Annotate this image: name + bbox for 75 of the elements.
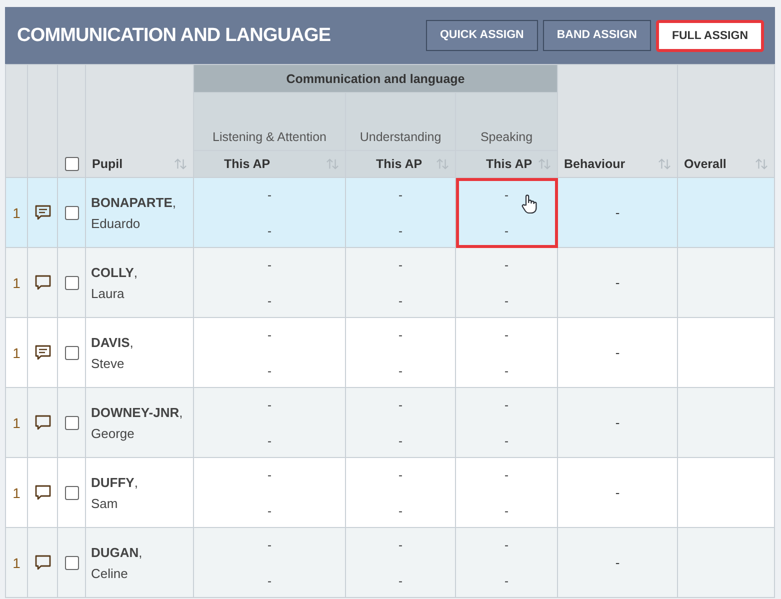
assign-button[interactable]: FULL ASSIGN <box>656 20 764 52</box>
bottom-value: - <box>398 434 402 448</box>
top-value: - <box>398 328 402 342</box>
bottom-value: - <box>504 224 508 238</box>
assign-button[interactable]: BAND ASSIGN <box>542 20 651 50</box>
row-checkbox[interactable] <box>64 276 78 290</box>
subject-heading: Speaking <box>480 130 533 144</box>
comment-icon[interactable] <box>34 554 52 572</box>
row-checkbox[interactable] <box>64 486 78 500</box>
behaviour-value: - <box>615 275 620 290</box>
behaviour-value: - <box>615 555 620 570</box>
subject-heading: Listening & Attention <box>212 130 326 144</box>
behaviour-value: - <box>615 485 620 500</box>
top-value: - <box>268 398 272 412</box>
bottom-value: - <box>268 574 272 588</box>
row-checkbox[interactable] <box>64 556 78 570</box>
row-number: 1 <box>12 414 20 430</box>
column-heading: This AP <box>224 157 270 171</box>
top-value: - <box>398 398 402 412</box>
top-value: - <box>268 468 272 482</box>
bottom-value: - <box>504 434 508 448</box>
column-heading: This AP <box>376 157 422 171</box>
top-value: - <box>398 538 402 552</box>
top-value: - <box>268 538 272 552</box>
bottom-value: - <box>398 364 402 378</box>
row-number: 1 <box>12 344 20 360</box>
bottom-value: - <box>268 364 272 378</box>
column-heading: This AP <box>486 157 532 171</box>
comment-lines-icon[interactable] <box>34 204 52 222</box>
top-value: - <box>504 468 508 482</box>
select-all-checkbox[interactable] <box>64 157 78 171</box>
top-value: - <box>268 328 272 342</box>
row-checkbox[interactable] <box>64 206 78 220</box>
subject-heading: Understanding <box>360 130 442 144</box>
top-value: - <box>398 258 402 272</box>
row-number: 1 <box>12 274 20 290</box>
assign-button[interactable]: QUICK ASSIGN <box>426 20 538 50</box>
bottom-value: - <box>504 294 508 308</box>
row-checkbox[interactable] <box>64 416 78 430</box>
behaviour-value: - <box>615 205 620 220</box>
column-heading: Pupil <box>92 157 123 171</box>
top-value: - <box>504 258 508 272</box>
behaviour-value: - <box>615 345 620 360</box>
bottom-value: - <box>398 294 402 308</box>
row-number: 1 <box>12 204 20 220</box>
top-value: - <box>398 188 402 202</box>
top-value: - <box>504 538 508 552</box>
comment-icon[interactable] <box>34 274 52 292</box>
bottom-value: - <box>268 224 272 238</box>
group-heading: Communication and language <box>194 64 558 92</box>
top-value: - <box>268 258 272 272</box>
page-title: COMMUNICATION AND LANGUAGE <box>17 24 331 46</box>
bottom-value: - <box>504 574 508 588</box>
bottom-value: - <box>504 364 508 378</box>
column-heading: Overall <box>684 157 726 171</box>
comment-icon[interactable] <box>34 484 52 502</box>
row-checkbox[interactable] <box>64 346 78 360</box>
bottom-value: - <box>398 574 402 588</box>
top-value: - <box>504 188 508 202</box>
bottom-value: - <box>398 504 402 518</box>
top-value: - <box>398 468 402 482</box>
bottom-value: - <box>268 294 272 308</box>
comment-lines-icon[interactable] <box>34 344 52 362</box>
bottom-value: - <box>268 504 272 518</box>
row-number: 1 <box>12 554 20 570</box>
bottom-value: - <box>268 434 272 448</box>
bottom-value: - <box>398 224 402 238</box>
top-value: - <box>268 188 272 202</box>
comment-icon[interactable] <box>34 414 52 432</box>
bottom-value: - <box>504 504 508 518</box>
column-heading: Behaviour <box>564 157 626 171</box>
behaviour-value: - <box>615 415 620 430</box>
top-value: - <box>504 328 508 342</box>
row-number: 1 <box>12 484 20 500</box>
top-value: - <box>504 398 508 412</box>
